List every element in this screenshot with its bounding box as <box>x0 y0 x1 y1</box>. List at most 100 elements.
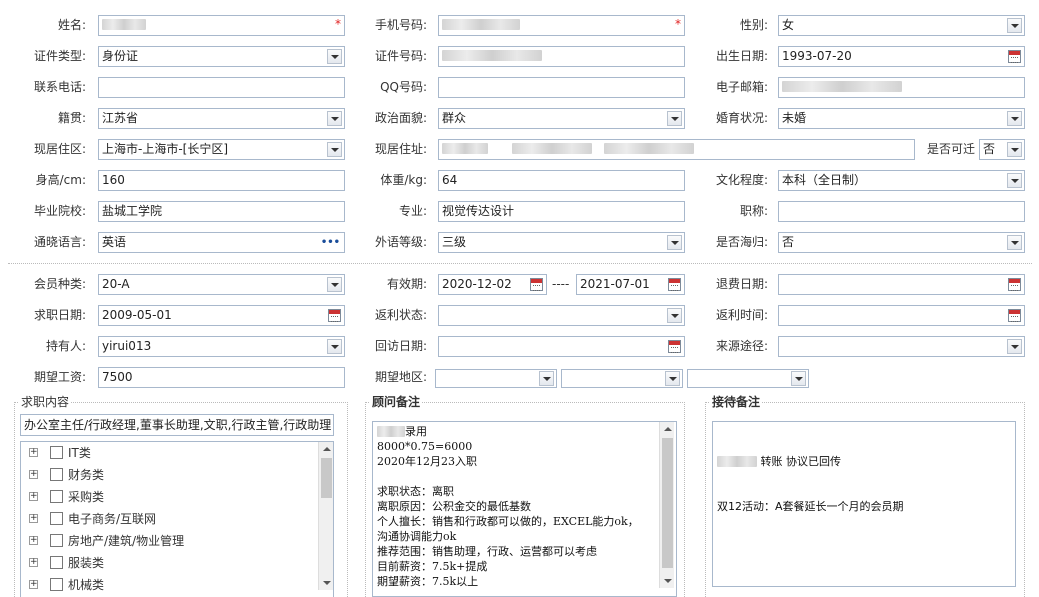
id-type-select[interactable]: 身份证 <box>98 46 345 67</box>
calendar-icon[interactable] <box>668 340 681 353</box>
rebate-status-select[interactable] <box>438 305 685 326</box>
scroll-up-icon[interactable] <box>319 442 333 456</box>
visit-date-field[interactable] <box>438 336 685 357</box>
chevron-down-icon[interactable] <box>327 49 342 64</box>
period-separator: ---- <box>552 277 570 291</box>
language-field[interactable]: 英语 ••• <box>98 232 345 253</box>
valid-from-field[interactable]: 2020-12-02 <box>438 274 547 295</box>
gender-select[interactable]: 女 <box>778 15 1025 36</box>
expand-icon[interactable]: + <box>29 470 38 479</box>
chevron-down-icon[interactable] <box>539 371 554 386</box>
refund-date-label: 退费日期: <box>715 277 768 291</box>
overseas-select[interactable]: 否 <box>778 232 1025 253</box>
chevron-down-icon[interactable] <box>1007 235 1022 250</box>
region-city-select[interactable] <box>561 369 683 388</box>
expand-icon[interactable]: + <box>29 536 38 545</box>
reception-notes-textarea[interactable]: 转账 协议已回传 双12活动：A套餐延长一个月的会员期 <box>712 421 1016 587</box>
expand-icon[interactable]: + <box>29 448 38 457</box>
chevron-down-icon[interactable] <box>1007 18 1022 33</box>
section-divider <box>8 263 1032 264</box>
education-select[interactable]: 本科（全日制） <box>778 170 1025 191</box>
expand-icon[interactable]: + <box>29 514 38 523</box>
id-number-label: 证件号码: <box>374 49 427 63</box>
chevron-down-icon[interactable] <box>327 277 342 292</box>
school-field[interactable]: 盐城工学院 <box>98 201 345 222</box>
qq-field[interactable] <box>438 77 685 98</box>
job-content-input[interactable]: 办公室主任/行政经理,董事长助理,文职,行政主管,行政助理 <box>20 414 334 436</box>
calendar-icon[interactable] <box>328 309 341 322</box>
native-place-select[interactable]: 江苏省 <box>98 108 345 129</box>
expected-salary-label: 期望工资: <box>33 370 86 384</box>
birth-date-field[interactable]: 1993-07-20 <box>778 46 1025 67</box>
qq-label: QQ号码: <box>380 80 427 94</box>
chevron-down-icon[interactable] <box>1007 111 1022 126</box>
relocatable-select[interactable]: 否 <box>979 139 1025 160</box>
id-number-field[interactable] <box>438 46 685 67</box>
height-field[interactable]: 160 <box>98 170 345 191</box>
holder-select[interactable]: yirui013 <box>98 336 345 357</box>
region-district-select[interactable] <box>687 369 809 388</box>
refund-date-field[interactable] <box>778 274 1025 295</box>
checkbox[interactable] <box>50 446 63 459</box>
marital-status-select[interactable]: 未婚 <box>778 108 1025 129</box>
valid-to-field[interactable]: 2021-07-01 <box>576 274 685 295</box>
residence-area-select[interactable]: 上海市-上海市-[长宁区] <box>98 139 345 160</box>
expand-icon[interactable]: + <box>29 580 38 589</box>
tree-scrollbar[interactable] <box>318 442 333 590</box>
mobile-field[interactable]: * <box>438 15 685 36</box>
weight-label: 体重/kg: <box>380 173 427 187</box>
scroll-down-icon[interactable] <box>660 574 675 588</box>
member-type-select[interactable]: 20-A <box>98 274 345 295</box>
political-status-select[interactable]: 群众 <box>438 108 685 129</box>
chevron-down-icon[interactable] <box>1007 142 1022 157</box>
redacted-address-2 <box>511 143 592 154</box>
notes-scrollbar[interactable] <box>659 422 674 588</box>
residence-area-value: 上海市-上海市-[长宁区] <box>102 142 229 156</box>
chevron-down-icon[interactable] <box>791 371 806 386</box>
calendar-icon[interactable] <box>1008 278 1021 291</box>
chevron-down-icon[interactable] <box>667 111 682 126</box>
checkbox[interactable] <box>50 490 63 503</box>
calendar-icon[interactable] <box>530 278 543 291</box>
title-field[interactable] <box>778 201 1025 222</box>
region-province-select[interactable] <box>435 369 557 388</box>
chevron-down-icon[interactable] <box>327 142 342 157</box>
scroll-thumb[interactable] <box>662 438 673 568</box>
checkbox[interactable] <box>50 534 63 547</box>
expected-salary-field[interactable]: 7500 <box>98 367 345 388</box>
email-field[interactable] <box>778 77 1025 98</box>
chevron-down-icon[interactable] <box>327 339 342 354</box>
scroll-thumb[interactable] <box>321 458 332 498</box>
calendar-icon[interactable] <box>1008 50 1021 63</box>
weight-field[interactable]: 64 <box>438 170 685 191</box>
expand-icon[interactable]: + <box>29 492 38 501</box>
more-options-icon[interactable]: ••• <box>321 233 340 252</box>
chevron-down-icon[interactable] <box>667 308 682 323</box>
checkbox[interactable] <box>50 468 63 481</box>
chevron-down-icon[interactable] <box>665 371 680 386</box>
foreign-level-select[interactable]: 三级 <box>438 232 685 253</box>
checkbox[interactable] <box>50 512 63 525</box>
job-seek-date-field[interactable]: 2009-05-01 <box>98 305 345 326</box>
source-select[interactable] <box>778 336 1025 357</box>
calendar-icon[interactable] <box>668 278 681 291</box>
checkbox[interactable] <box>50 578 63 591</box>
name-field[interactable]: * <box>98 15 345 36</box>
expand-icon[interactable]: + <box>29 558 38 567</box>
residence-address-field[interactable] <box>438 139 915 160</box>
height-value: 160 <box>102 173 125 187</box>
chevron-down-icon[interactable] <box>1007 173 1022 188</box>
major-field[interactable]: 视觉传达设计 <box>438 201 685 222</box>
gender-label: 性别: <box>739 18 768 32</box>
calendar-icon[interactable] <box>1008 309 1021 322</box>
chevron-down-icon[interactable] <box>1007 339 1022 354</box>
rebate-time-field[interactable] <box>778 305 1025 326</box>
scroll-down-icon[interactable] <box>319 576 333 590</box>
chevron-down-icon[interactable] <box>667 235 682 250</box>
checkbox[interactable] <box>50 556 63 569</box>
consultant-notes-textarea[interactable]: 录用 8000*0.75=6000 2020年12月23入职 求职状态：离职 离… <box>372 421 677 597</box>
native-place-label: 籍贯: <box>57 111 86 125</box>
contact-phone-field[interactable] <box>98 77 345 98</box>
chevron-down-icon[interactable] <box>327 111 342 126</box>
scroll-up-icon[interactable] <box>660 422 675 436</box>
